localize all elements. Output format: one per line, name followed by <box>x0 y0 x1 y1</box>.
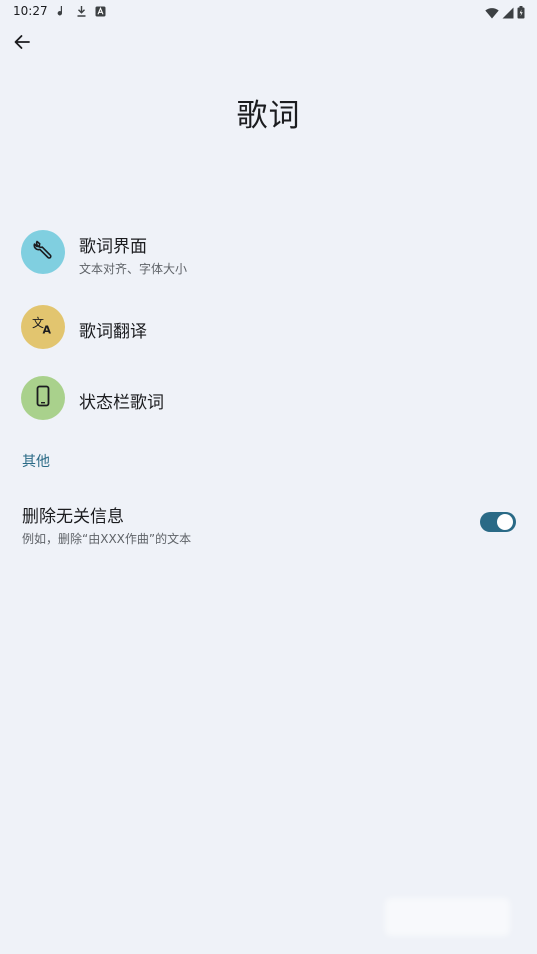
back-button[interactable] <box>8 30 36 58</box>
status-right-icons <box>485 4 525 23</box>
wrench-icon <box>32 239 54 265</box>
item-title: 歌词翻译 <box>79 322 147 342</box>
item-title: 歌词界面 <box>79 237 147 257</box>
wifi-icon <box>485 4 499 23</box>
music-note-icon <box>55 4 67 18</box>
translate-icon: 文 A <box>31 314 55 340</box>
status-bar: 10:27 <box>0 0 537 24</box>
section-header-other: 其他 <box>22 454 50 470</box>
status-time: 10:27 <box>13 4 48 18</box>
settings-item-lyrics-ui[interactable]: 歌词界面 文本对齐、字体大小 <box>0 218 537 286</box>
item-subtitle: 文本对齐、字体大小 <box>79 262 188 276</box>
wrench-icon-circle <box>21 230 65 274</box>
remove-irrelevant-info-row[interactable]: 删除无关信息 例如，删除“由XXX作曲”的文本 <box>0 492 537 556</box>
page-title: 歌词 <box>236 98 301 134</box>
remove-irrelevant-info-toggle[interactable] <box>480 512 516 532</box>
toggle-title: 删除无关信息 <box>22 507 124 527</box>
font-a-icon <box>94 4 106 18</box>
translate-icon-circle: 文 A <box>21 305 65 349</box>
item-title: 状态栏歌词 <box>79 393 164 413</box>
download-icon <box>75 4 87 18</box>
svg-text:A: A <box>43 324 52 337</box>
phone-icon <box>35 385 51 411</box>
phone-icon-circle <box>21 376 65 420</box>
signal-icon <box>502 4 514 23</box>
toggle-knob <box>497 514 513 530</box>
battery-icon <box>517 4 525 23</box>
settings-item-lyrics-translation[interactable]: 文 A 歌词翻译 <box>0 293 537 361</box>
toggle-subtitle: 例如，删除“由XXX作曲”的文本 <box>22 532 192 546</box>
gesture-hint-overlay <box>385 898 510 936</box>
arrow-back-icon <box>13 33 31 55</box>
settings-item-statusbar-lyrics[interactable]: 状态栏歌词 <box>0 364 537 432</box>
